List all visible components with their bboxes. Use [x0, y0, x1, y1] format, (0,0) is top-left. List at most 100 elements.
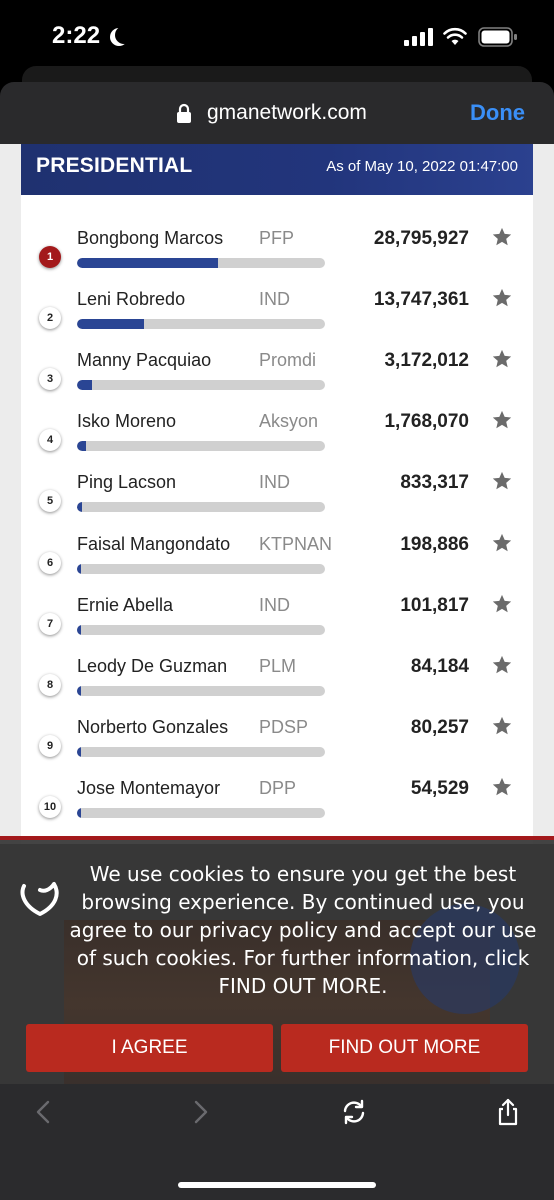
vote-bar-fill	[77, 380, 92, 391]
candidate-party: IND	[259, 289, 290, 310]
star-icon[interactable]	[491, 287, 513, 309]
candidate-party: DPP	[259, 777, 297, 798]
rank-badge: 1	[39, 246, 61, 268]
candidate-row: 6 Faisal Mangondato KTPNAN 198,886	[21, 532, 533, 593]
candidate-party: PLM	[259, 655, 297, 676]
vote-count: 54,529	[410, 777, 469, 799]
page-content: PRESIDENTIAL As of May 10, 2022 01:47:00…	[0, 144, 554, 844]
candidate-row: 8 Leody De Guzman PLM 84,184	[21, 654, 533, 715]
signal-icon	[404, 28, 433, 46]
rank-badge: 10	[39, 795, 61, 818]
cookie-banner: We use cookies to ensure you get the bes…	[0, 836, 554, 1088]
star-icon[interactable]	[491, 593, 513, 615]
forward-icon[interactable]	[186, 1098, 214, 1126]
rank-badge: 4	[39, 429, 61, 452]
vote-count: 84,184	[410, 655, 469, 677]
vote-bar-fill	[77, 441, 86, 452]
star-icon[interactable]	[491, 470, 513, 492]
vote-bar-fill	[77, 685, 81, 696]
back-icon[interactable]	[30, 1098, 58, 1126]
agree-button[interactable]: I AGREE	[26, 1024, 273, 1072]
candidate-name: Ping Lacson	[77, 472, 177, 493]
vote-bar	[77, 502, 325, 513]
candidate-name: Leody De Guzman	[77, 655, 228, 676]
candidate-party: Aksyon	[259, 411, 319, 432]
home-indicator	[178, 1182, 376, 1188]
candidate-row: 2 Leni Robredo IND 13,747,361	[21, 287, 533, 348]
reload-icon[interactable]	[340, 1098, 368, 1126]
find-out-more-button[interactable]: FIND OUT MORE	[281, 1024, 528, 1072]
candidate-party: IND	[259, 472, 290, 493]
star-icon[interactable]	[491, 532, 513, 554]
vote-bar	[77, 319, 325, 330]
battery-icon	[478, 27, 517, 47]
star-icon[interactable]	[491, 776, 513, 798]
browser-toolbar	[0, 1084, 554, 1200]
rank-badge: 7	[39, 612, 61, 635]
vote-bar	[77, 746, 325, 757]
candidate-party: IND	[259, 594, 290, 615]
star-icon[interactable]	[491, 409, 513, 431]
rank-badge: 8	[39, 673, 61, 696]
vote-bar	[77, 807, 325, 818]
vote-bar-fill	[77, 563, 81, 574]
done-button[interactable]: Done	[470, 100, 525, 126]
star-icon[interactable]	[491, 348, 513, 370]
candidate-name: Ernie Abella	[77, 594, 174, 615]
heart-logo	[20, 882, 59, 916]
star-icon[interactable]	[491, 654, 513, 676]
candidate-name: Jose Montemayor	[77, 777, 221, 798]
url-bar: gmanetwork.com Done	[0, 82, 554, 144]
share-icon[interactable]	[494, 1098, 522, 1126]
results-header: PRESIDENTIAL As of May 10, 2022 01:47:00	[21, 144, 533, 195]
candidate-row: 4 Isko Moreno Aksyon 1,768,070	[21, 409, 533, 470]
moon-icon	[115, 26, 133, 44]
candidate-name: Norberto Gonzales	[77, 716, 229, 737]
vote-bar	[77, 380, 325, 391]
candidate-row: 10 Jose Montemayor DPP 54,529	[21, 776, 533, 837]
vote-count: 80,257	[410, 716, 469, 738]
vote-bar	[77, 685, 325, 696]
rank-badge: 5	[39, 490, 61, 513]
vote-count: 1,768,070	[384, 411, 469, 433]
candidate-party: KTPNAN	[259, 533, 333, 554]
candidate-party: PDSP	[259, 716, 309, 737]
vote-bar-fill	[77, 624, 81, 635]
vote-bar-fill	[77, 746, 81, 757]
vote-bar	[77, 441, 325, 452]
cookie-message: We use cookies to ensure you get the bes…	[69, 862, 537, 998]
rank-badge: 2	[39, 307, 61, 330]
candidate-name: Leni Robredo	[77, 289, 186, 310]
rank-badge: 3	[39, 368, 61, 391]
as-of-timestamp: As of May 10, 2022 01:47:00	[326, 158, 518, 175]
rank-badge: 6	[39, 551, 61, 574]
url-text[interactable]: gmanetwork.com	[207, 101, 367, 125]
candidate-name: Faisal Mangondato	[77, 533, 231, 554]
candidate-party: Promdi	[259, 350, 317, 371]
vote-count: 198,886	[400, 533, 469, 555]
status-bar: 2:22	[0, 0, 554, 70]
vote-bar-fill	[77, 807, 81, 818]
vote-count: 28,795,927	[373, 228, 469, 249]
vote-count: 833,317	[400, 472, 469, 494]
candidate-row: 7 Ernie Abella IND 101,817	[21, 593, 533, 654]
candidate-party: PFP	[259, 228, 295, 248]
lock-icon	[177, 103, 191, 123]
rank-badge: 9	[39, 734, 61, 757]
wifi-icon	[443, 27, 467, 45]
vote-bar	[77, 258, 325, 268]
candidate-row: 3 Manny Pacquiao Promdi 3,172,012	[21, 348, 533, 409]
vote-bar-fill	[77, 502, 82, 513]
vote-bar-fill	[77, 319, 144, 330]
vote-bar	[77, 624, 325, 635]
candidate-row: 9 Norberto Gonzales PDSP 80,257	[21, 715, 533, 776]
vote-count: 13,747,361	[373, 289, 469, 311]
candidate-name: Bongbong Marcos	[77, 228, 224, 248]
vote-bar	[77, 563, 325, 574]
star-icon[interactable]	[491, 226, 513, 248]
candidate-row: 5 Ping Lacson IND 833,317	[21, 470, 533, 531]
vote-count: 101,817	[400, 594, 469, 616]
candidate-row: 1 Bongbong Marcos PFP 28,795,927	[21, 226, 533, 287]
candidate-name: Manny Pacquiao	[77, 350, 212, 371]
star-icon[interactable]	[491, 715, 513, 737]
